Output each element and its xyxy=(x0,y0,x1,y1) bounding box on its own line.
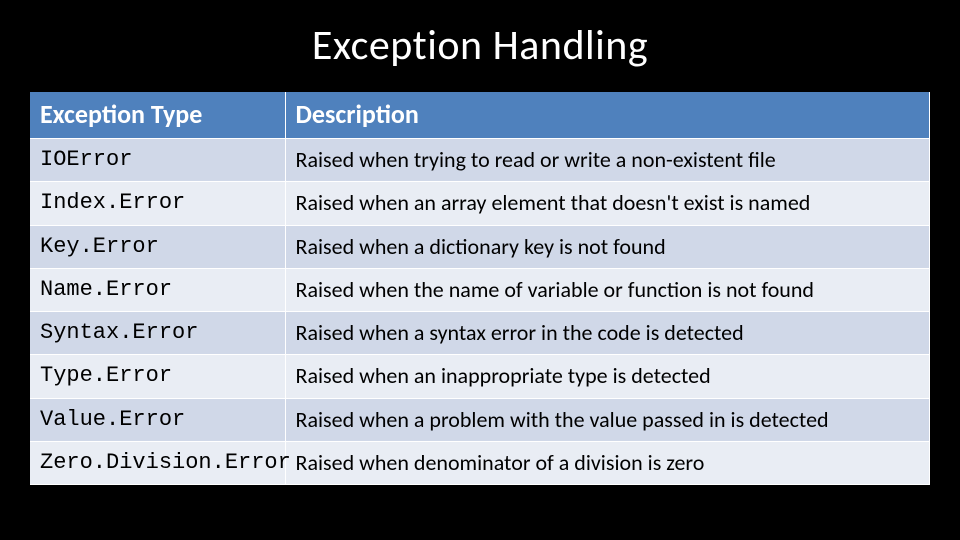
cell-exception-type: Type.Error xyxy=(30,355,285,398)
cell-exception-type: Index.Error xyxy=(30,182,285,225)
cell-description: Raised when a problem with the value pas… xyxy=(285,398,930,441)
slide: Exception Handling Exception Type Descri… xyxy=(0,0,960,540)
exception-table-wrap: Exception Type Description IOError Raise… xyxy=(30,92,930,485)
cell-exception-type: Syntax.Error xyxy=(30,312,285,355)
table-row: Key.Error Raised when a dictionary key i… xyxy=(30,225,930,268)
cell-exception-type: Value.Error xyxy=(30,398,285,441)
table-row: Type.Error Raised when an inappropriate … xyxy=(30,355,930,398)
cell-description: Raised when an inappropriate type is det… xyxy=(285,355,930,398)
table-row: Name.Error Raised when the name of varia… xyxy=(30,268,930,311)
table-row: Value.Error Raised when a problem with t… xyxy=(30,398,930,441)
cell-description: Raised when trying to read or write a no… xyxy=(285,139,930,182)
cell-description: Raised when an array element that doesn'… xyxy=(285,182,930,225)
table-row: Syntax.Error Raised when a syntax error … xyxy=(30,312,930,355)
cell-description: Raised when the name of variable or func… xyxy=(285,268,930,311)
cell-exception-type: IOError xyxy=(30,139,285,182)
cell-exception-type: Key.Error xyxy=(30,225,285,268)
slide-title: Exception Handling xyxy=(0,0,960,81)
table-row: IOError Raised when trying to read or wr… xyxy=(30,139,930,182)
cell-description: Raised when denominator of a division is… xyxy=(285,442,930,485)
table-row: Index.Error Raised when an array element… xyxy=(30,182,930,225)
cell-description: Raised when a dictionary key is not foun… xyxy=(285,225,930,268)
header-description: Description xyxy=(285,92,930,139)
table-row: Zero.Division.Error Raised when denomina… xyxy=(30,442,930,485)
cell-description: Raised when a syntax error in the code i… xyxy=(285,312,930,355)
table-header-row: Exception Type Description xyxy=(30,92,930,139)
exception-table: Exception Type Description IOError Raise… xyxy=(30,92,930,485)
cell-exception-type: Name.Error xyxy=(30,268,285,311)
header-exception-type: Exception Type xyxy=(30,92,285,139)
cell-exception-type: Zero.Division.Error xyxy=(30,442,285,485)
